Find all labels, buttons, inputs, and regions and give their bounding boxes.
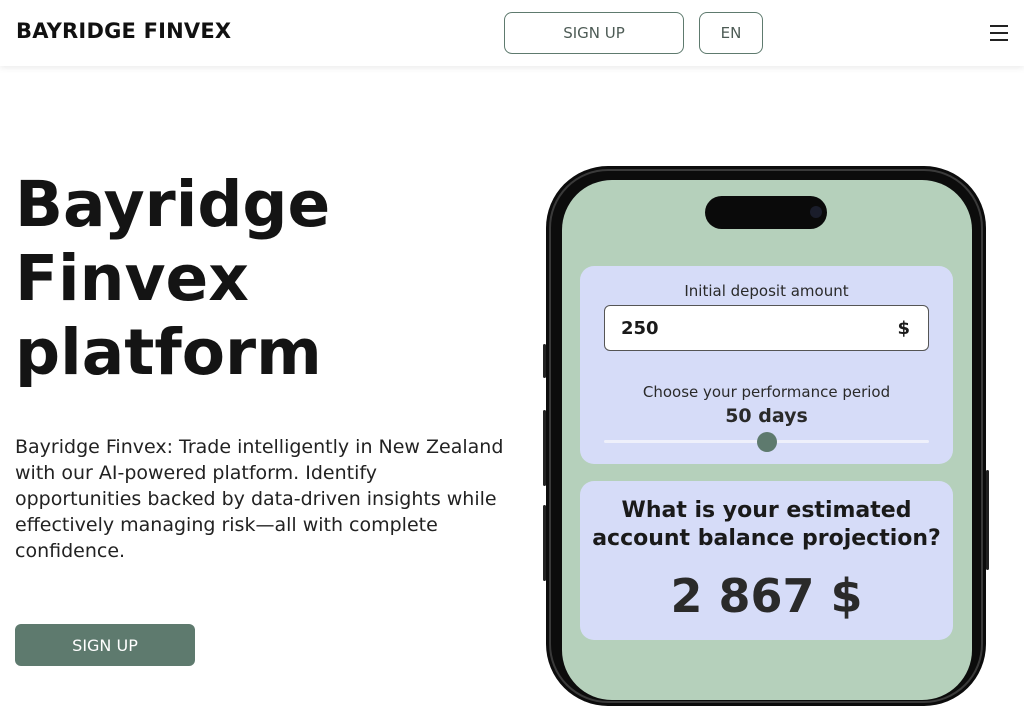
- dollar-currency-icon: $: [897, 318, 910, 339]
- hero-signup-button[interactable]: SIGN UP: [15, 624, 195, 666]
- top-header: BAYRIDGE FINVEX SIGN UP EN: [0, 0, 1024, 66]
- period-value: 50 days: [725, 405, 808, 427]
- dynamic-island: [705, 196, 827, 229]
- projection-result-value: 2 867 $: [670, 569, 863, 623]
- phone-power-button: [986, 470, 989, 570]
- phone-side-button: [543, 344, 546, 378]
- period-label: Choose your performance period: [642, 383, 891, 401]
- phone-volume-down-button: [543, 505, 546, 581]
- front-camera-icon: [810, 206, 822, 218]
- hero-title: Bayridge Finvex platform: [15, 168, 455, 390]
- deposit-amount-input[interactable]: 250 $: [604, 305, 929, 351]
- hero-title-line-2: Finvex: [15, 242, 249, 315]
- hero-description: Bayridge Finvex: Trade intelligently in …: [15, 436, 504, 562]
- hero-title-line-3: platform: [15, 316, 322, 389]
- deposit-label: Initial deposit amount: [684, 282, 849, 300]
- hero-title-line-1: Bayridge: [15, 168, 331, 241]
- deposit-value: 250: [621, 318, 659, 339]
- slider-thumb[interactable]: [756, 432, 777, 452]
- language-selector-button[interactable]: EN: [699, 12, 763, 54]
- phone-volume-up-button: [543, 410, 546, 486]
- brand-logo-text[interactable]: BAYRIDGE FINVEX: [16, 19, 231, 43]
- projection-question: What is your estimated account balance p…: [592, 498, 941, 551]
- header-signup-button[interactable]: SIGN UP: [504, 12, 684, 54]
- hamburger-menu-icon[interactable]: [988, 22, 1010, 44]
- period-slider[interactable]: [604, 431, 929, 453]
